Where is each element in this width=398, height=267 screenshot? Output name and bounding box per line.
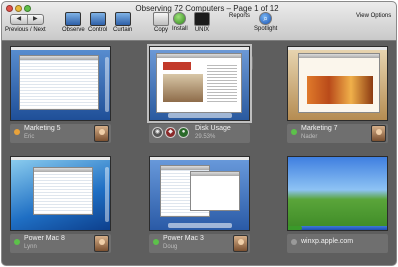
control-icon [89,12,106,26]
observe-icon [65,12,82,26]
status-dot [291,129,297,135]
computer-name: winxp.apple.com [301,238,354,245]
status-dot [291,239,297,245]
install-label: Install [172,26,188,32]
computer-user: Nader [301,134,318,140]
computer-user: Doug [163,244,178,250]
unix-button[interactable]: UNIX [194,12,210,33]
computer-name: Power Mac 8 [24,235,65,242]
reports-button[interactable]: Reports [229,12,253,70]
prev-next-control[interactable]: ◀ ▶ [10,14,44,25]
curtain-icon [114,12,131,26]
screen-thumbnail[interactable] [287,156,388,231]
screen-thumbnail[interactable] [287,46,388,121]
spotlight-button[interactable]: ⌕ Spotlight [254,12,277,32]
user-avatar [94,125,109,142]
computer-info-bar: Marketing 7 Nader [287,124,388,143]
status-dot [153,239,159,245]
control-mini-icon[interactable]: ◆ [165,127,176,138]
observe-mini-icon[interactable]: ◉ [152,127,163,138]
screen-thumbnail[interactable] [147,44,252,123]
install-button[interactable]: Install [172,12,188,32]
spotlight-label: Spotlight [254,26,278,32]
status-dot [14,129,20,135]
screen-thumbnail[interactable] [10,46,111,121]
remote-desktop-window: Observing 72 Computers – Page 1 of 12 ◀ … [1,1,397,266]
computer-name: Disk Usage [195,125,231,132]
observe-label: Observe [62,27,85,33]
computer-info-bar: winxp.apple.com [287,234,388,253]
minimize-button[interactable] [15,5,22,12]
prev-next-label: Previous / Next [5,27,46,33]
computer-name: Power Mac 3 [163,235,204,242]
zoom-button[interactable] [24,5,31,12]
view-options-button[interactable]: View Options [356,12,392,70]
control-label: Control [88,27,108,33]
spotlight-icon: ⌕ [259,12,273,25]
disk-usage-value: 29.53% [195,134,216,140]
previous-icon[interactable]: ◀ [11,15,27,24]
computer-user: Lynn [24,244,37,250]
computer-info-bar: Power Mac 8 Lynn [10,234,111,253]
curtain-button[interactable]: Curtain [113,12,132,33]
next-icon[interactable]: ▶ [26,15,44,24]
control-button[interactable]: Control [88,12,107,33]
user-mini-icon[interactable]: ● [178,127,189,138]
close-button[interactable] [6,5,13,12]
unix-label: UNIX [194,27,210,33]
user-avatar [371,125,386,142]
computer-name: Marketing 7 [301,125,338,132]
terminal-icon [194,12,210,26]
computer-info-bar: ◉ ◆ ● Disk Usage 29.53% [149,124,250,143]
install-icon [173,12,187,25]
reports-label: Reports [229,13,251,19]
observe-button[interactable]: Observe [62,12,85,33]
copy-button[interactable]: Copy [153,12,169,33]
computer-info-bar: Marketing 5 Eric [10,124,111,143]
computer-user: Eric [24,134,35,140]
view-options-label: View Options [356,13,392,19]
toolbar: Observing 72 Computers – Page 1 of 12 ◀ … [2,2,396,70]
user-avatar [94,235,109,252]
screen-thumbnail[interactable] [149,156,250,231]
screen-thumbnail[interactable] [10,156,111,231]
curtain-label: Curtain [113,27,133,33]
status-dot [14,239,20,245]
computer-info-bar: Power Mac 3 Doug [149,234,250,253]
copy-label: Copy [153,27,168,33]
user-avatar [233,235,248,252]
copy-icon [153,12,169,26]
computer-name: Marketing 5 [24,125,61,132]
